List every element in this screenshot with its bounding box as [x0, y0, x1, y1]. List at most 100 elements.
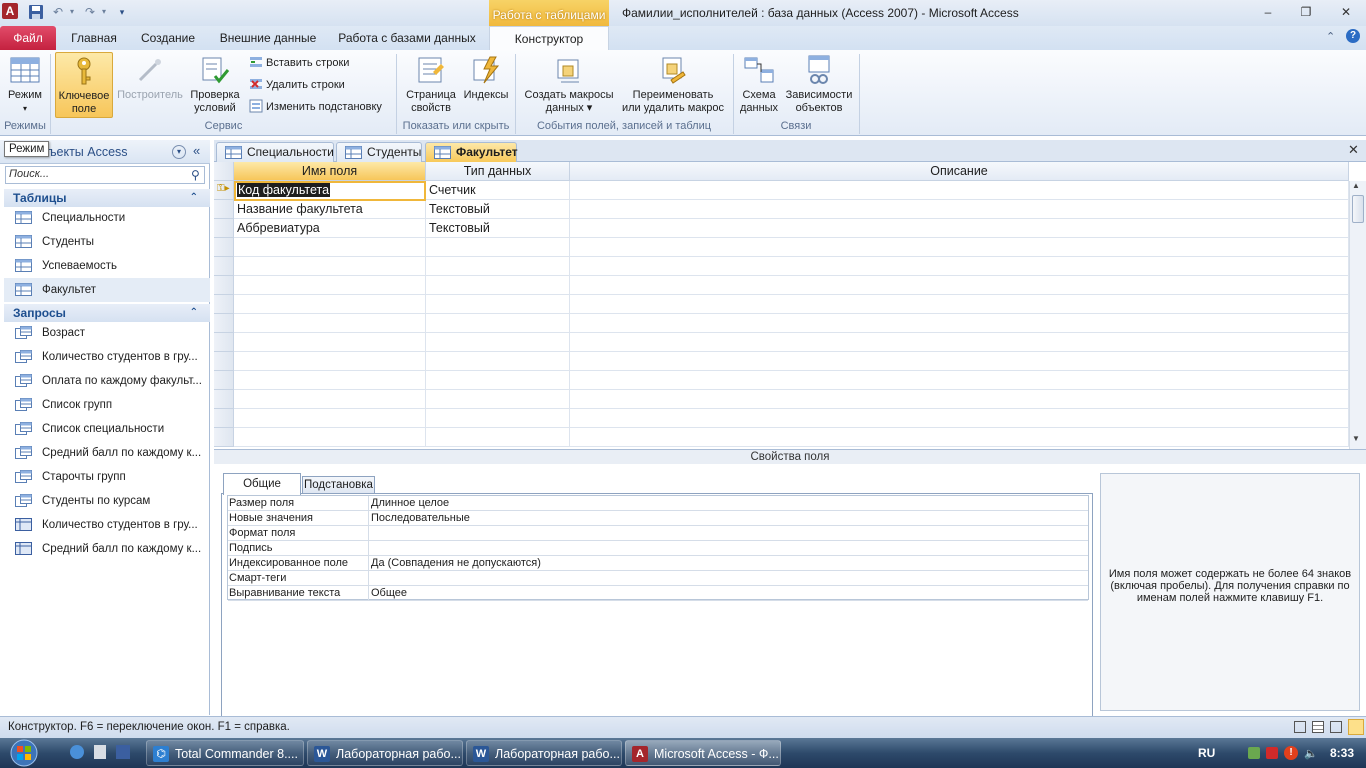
object-dependencies-button[interactable]: Зависимости объектов	[783, 54, 855, 115]
description-cell[interactable]	[570, 390, 1349, 409]
table-row[interactable]	[214, 238, 1349, 257]
description-cell[interactable]	[570, 333, 1349, 352]
primary-key-button[interactable]: Ключевое поле	[55, 52, 113, 118]
description-cell[interactable]	[570, 352, 1349, 371]
row-selector[interactable]	[214, 333, 234, 352]
description-cell[interactable]	[570, 314, 1349, 333]
property-row[interactable]: Выравнивание текста Общее	[228, 586, 1088, 601]
header-data-type[interactable]: Тип данных	[426, 162, 570, 181]
tab-constructor[interactable]: Конструктор	[489, 26, 609, 51]
collapse-section-icon[interactable]: ⌃	[190, 304, 198, 322]
description-cell[interactable]	[570, 181, 1349, 200]
data-type-cell[interactable]	[426, 295, 570, 314]
nav-query-item[interactable]: Старочты групп	[4, 465, 210, 489]
property-value[interactable]: Общее	[371, 586, 407, 601]
row-selector[interactable]	[214, 238, 234, 257]
table-row[interactable]	[214, 295, 1349, 314]
field-name-cell[interactable]	[234, 371, 426, 390]
nav-table-item[interactable]: Специальности	[4, 206, 210, 230]
tab-lookup[interactable]: Подстановка	[302, 476, 375, 493]
redo-dropdown-icon[interactable]: ▾	[96, 4, 112, 20]
flag-tray-icon[interactable]	[1266, 747, 1278, 759]
row-selector[interactable]	[214, 257, 234, 276]
property-row[interactable]: Формат поля	[228, 526, 1088, 541]
row-selector[interactable]	[214, 295, 234, 314]
description-cell[interactable]	[570, 257, 1349, 276]
save-icon[interactable]	[28, 4, 44, 20]
row-selector[interactable]	[214, 219, 234, 238]
nav-query-item[interactable]: Возраст	[4, 321, 210, 345]
property-value[interactable]: Длинное целое	[371, 496, 449, 511]
data-type-cell[interactable]: Текстовый	[426, 219, 570, 238]
delete-rows-button[interactable]: Удалить строки	[249, 76, 345, 94]
description-cell[interactable]	[570, 219, 1349, 238]
field-name-cell[interactable]: Аббревиатура	[234, 219, 426, 238]
table-row[interactable]	[214, 428, 1349, 447]
nav-query-item[interactable]: Студенты по курсам	[4, 489, 210, 513]
property-value[interactable]: Да (Совпадения не допускаются)	[371, 556, 541, 571]
data-type-cell[interactable]	[426, 409, 570, 428]
row-selector[interactable]	[214, 314, 234, 333]
property-value[interactable]: Последовательные	[371, 511, 470, 526]
tab-database-tools[interactable]: Работа с базами данных	[334, 26, 480, 50]
nav-table-item[interactable]: Успеваемость	[4, 254, 210, 278]
tab-create[interactable]: Создание	[132, 26, 204, 50]
data-type-cell[interactable]	[426, 276, 570, 295]
table-row[interactable]	[214, 314, 1349, 333]
data-type-cell[interactable]	[426, 428, 570, 447]
test-rules-button[interactable]: Проверка условий	[187, 54, 243, 115]
create-data-macros-button[interactable]: Создать макросы данных ▾	[520, 54, 618, 115]
field-name-cell[interactable]	[234, 238, 426, 257]
table-row[interactable]	[214, 257, 1349, 276]
nav-table-item[interactable]: Студенты	[4, 230, 210, 254]
property-row[interactable]: Смарт-теги	[228, 571, 1088, 586]
volume-tray-icon[interactable]: 🔈	[1304, 747, 1318, 760]
description-cell[interactable]	[570, 428, 1349, 447]
nav-search-input[interactable]: Поиск...	[5, 166, 205, 184]
data-type-cell[interactable]	[426, 257, 570, 276]
table-row[interactable]: ⚿▸ Код факультета Счетчик	[214, 181, 1349, 200]
tab-file[interactable]: Файл	[0, 26, 56, 50]
nav-query-item[interactable]: Средний балл по каждому к...	[4, 537, 210, 561]
clock[interactable]: 8:33	[1330, 746, 1354, 760]
tab-home[interactable]: Главная	[62, 26, 126, 50]
table-row[interactable]: Название факультета Текстовый	[214, 200, 1349, 219]
language-indicator[interactable]: RU	[1198, 746, 1215, 760]
indexes-button[interactable]: Индексы	[461, 54, 511, 102]
table-row[interactable]	[214, 371, 1349, 390]
property-row[interactable]: Размер поля Длинное целое	[228, 496, 1088, 511]
data-type-cell[interactable]: Счетчик	[426, 181, 570, 200]
property-row[interactable]: Подпись	[228, 541, 1088, 556]
start-button[interactable]	[2, 738, 46, 768]
builder-button[interactable]: Построитель	[114, 54, 186, 102]
nav-query-item[interactable]: Количество студентов в гру...	[4, 513, 210, 537]
design-view-icon[interactable]	[1348, 719, 1364, 735]
row-selector[interactable]: ⚿▸	[214, 181, 234, 200]
table-row[interactable]	[214, 333, 1349, 352]
field-name-cell[interactable]	[234, 257, 426, 276]
data-type-cell[interactable]	[426, 333, 570, 352]
taskbar-word-2[interactable]: W Лабораторная рабо...	[466, 740, 622, 766]
table-row[interactable]	[214, 409, 1349, 428]
field-name-cell[interactable]	[234, 390, 426, 409]
insert-rows-button[interactable]: Вставить строки	[249, 54, 349, 72]
header-field-name[interactable]: Имя поля	[234, 162, 426, 181]
data-type-cell[interactable]	[426, 314, 570, 333]
field-name-cell[interactable]	[234, 428, 426, 447]
field-name-cell[interactable]	[234, 409, 426, 428]
files-quicklaunch-icon[interactable]	[94, 745, 106, 759]
data-type-cell[interactable]: Текстовый	[426, 200, 570, 219]
taskbar-total-commander[interactable]: ⌬ Total Commander 8....	[146, 740, 304, 766]
field-name-cell[interactable]	[234, 314, 426, 333]
nav-dropdown-icon[interactable]: ▾	[172, 145, 186, 159]
close-document-icon[interactable]: ✕	[1348, 142, 1359, 158]
nav-query-item[interactable]: Оплата по каждому факульт...	[4, 369, 210, 393]
nav-query-item[interactable]: Список групп	[4, 393, 210, 417]
scroll-down-icon[interactable]: ▼	[1352, 434, 1360, 443]
doc-tab-fakultet[interactable]: Факультет	[425, 142, 518, 162]
nav-query-item[interactable]: Средний балл по каждому к...	[4, 441, 210, 465]
table-row[interactable]	[214, 390, 1349, 409]
field-name-cell[interactable]	[234, 352, 426, 371]
row-selector[interactable]	[214, 276, 234, 295]
tab-external-data[interactable]: Внешние данные	[210, 26, 326, 50]
